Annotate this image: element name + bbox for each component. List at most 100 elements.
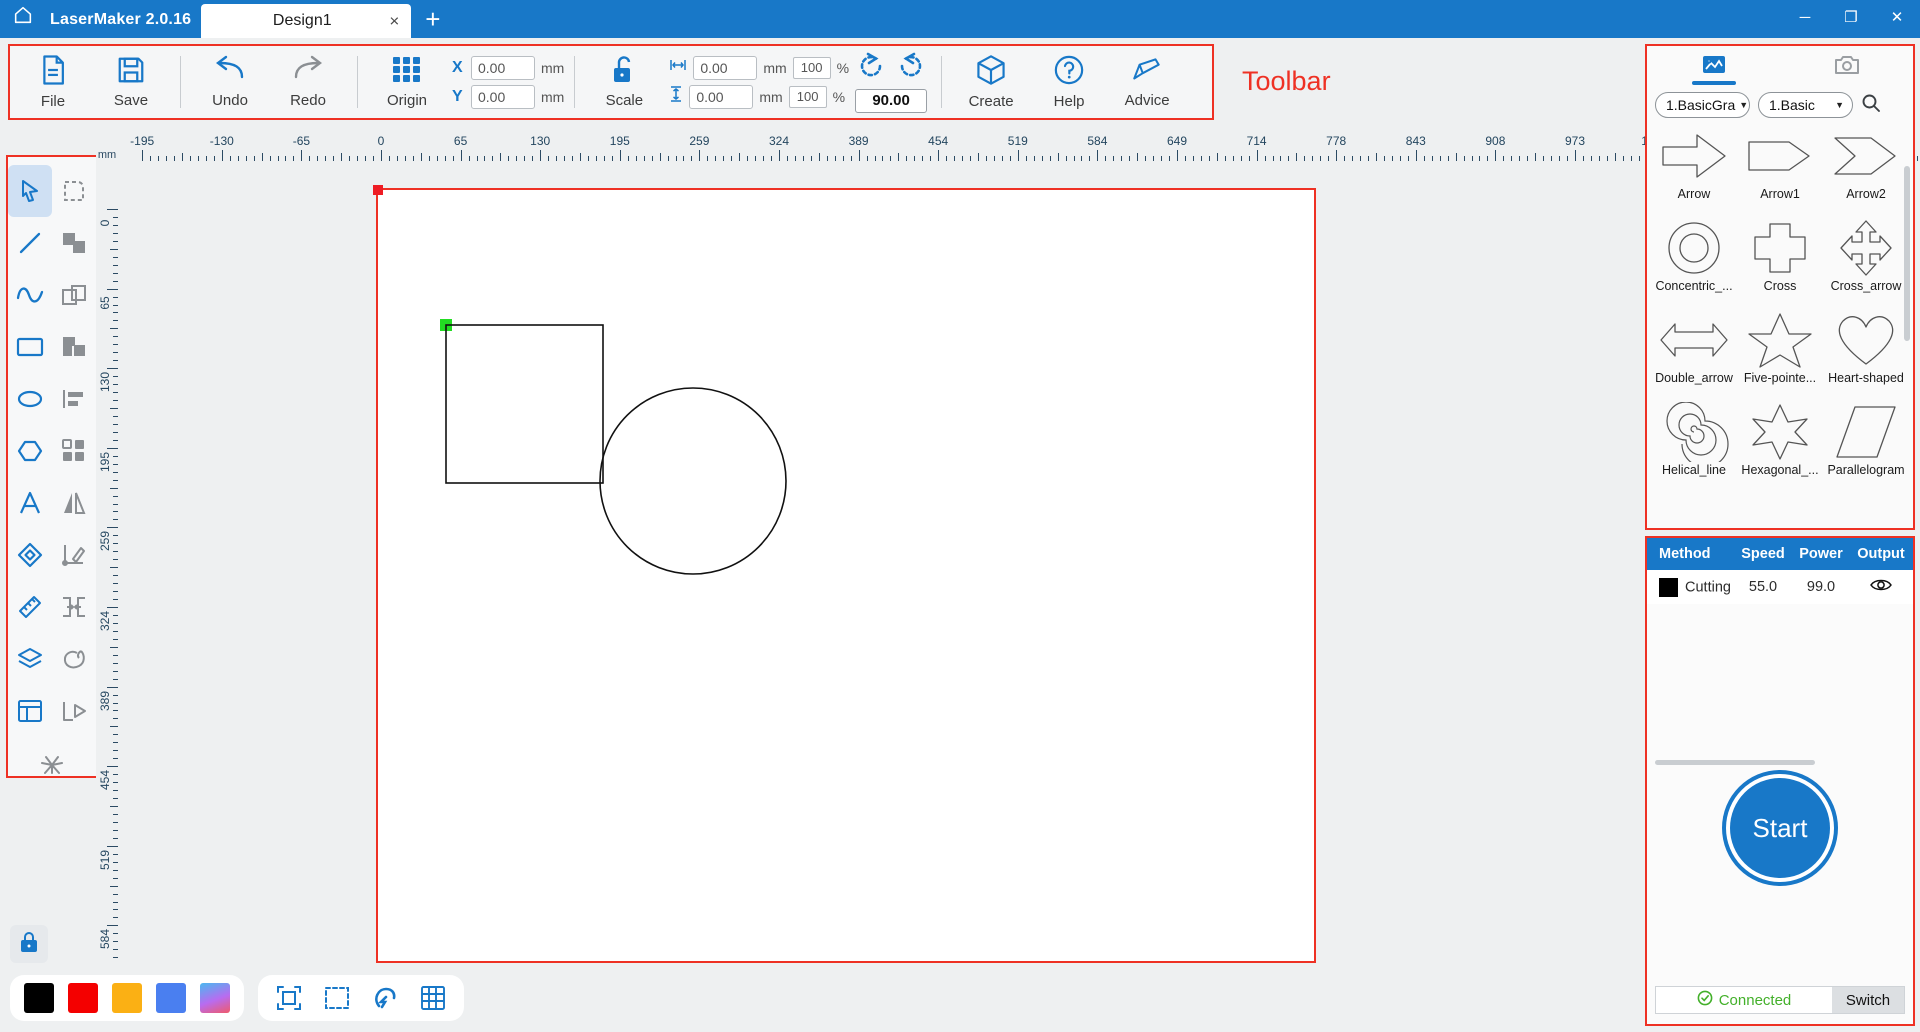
new-tab-button[interactable]: +: [411, 6, 454, 38]
y-input[interactable]: 0.00: [471, 84, 535, 109]
union-tool[interactable]: [52, 217, 96, 269]
line-tool[interactable]: [8, 217, 52, 269]
gallery-item-heart[interactable]: Heart-shaped: [1823, 310, 1909, 402]
layer-color-swatch[interactable]: [1659, 577, 1678, 597]
gallery-scrollbar[interactable]: [1904, 166, 1910, 341]
distribute-tool[interactable]: [52, 425, 96, 477]
start-button[interactable]: Start: [1730, 778, 1830, 878]
processing-table-hscrollbar[interactable]: [1655, 760, 1815, 765]
select-tool[interactable]: [8, 165, 52, 217]
color-swatch-red[interactable]: [68, 982, 98, 1013]
gallery-item-cross[interactable]: Cross: [1737, 218, 1823, 310]
gallery-item-double-arrow[interactable]: Double_arrow: [1651, 310, 1737, 402]
gallery-item-concentric[interactable]: Concentric_...: [1651, 218, 1737, 310]
gallery-item-parallelogram[interactable]: Parallelogram: [1823, 402, 1909, 494]
width-input[interactable]: 0.00: [693, 55, 758, 80]
origin-button[interactable]: Origin: [368, 47, 446, 117]
rotation-angle-input[interactable]: 90.00: [855, 88, 928, 113]
color-swatch-gradient[interactable]: [200, 982, 230, 1013]
vertical-ruler[interactable]: 0 65 130 195 259 324 389 454 519 584: [96, 161, 118, 961]
width-percent-input[interactable]: 100: [792, 56, 831, 79]
text-tool[interactable]: [8, 477, 52, 529]
fit-to-frame-icon[interactable]: [272, 981, 306, 1015]
maximize-icon[interactable]: ❐: [1828, 0, 1874, 34]
advice-button[interactable]: Advice: [1108, 47, 1186, 117]
node-edit-tool[interactable]: [52, 165, 96, 217]
polygon-tool[interactable]: [8, 425, 52, 477]
undo-button[interactable]: Undo: [191, 47, 269, 117]
ruler-tick: [1272, 156, 1274, 161]
table-tool[interactable]: [8, 685, 52, 737]
search-icon[interactable]: [1861, 93, 1881, 118]
scale-lock-button[interactable]: Scale: [585, 47, 663, 117]
intersect-tool[interactable]: [52, 269, 96, 321]
tab-camera[interactable]: [1780, 46, 1913, 88]
color-swatch-black[interactable]: [24, 982, 54, 1013]
gallery-item-arrow2[interactable]: Arrow2: [1823, 126, 1909, 218]
gallery-subcategory-select[interactable]: 1.Basic ▼: [1758, 92, 1853, 118]
connection-status-label: Connected: [1718, 991, 1792, 1009]
select-objects-icon[interactable]: [320, 981, 354, 1015]
height-input[interactable]: 0.00: [689, 84, 754, 109]
ruler-tick: [898, 153, 900, 161]
layers-tool[interactable]: [8, 633, 52, 685]
gallery-item-five-pointed-star[interactable]: Five-pointe...: [1737, 310, 1823, 402]
row-power-cell[interactable]: 99.0: [1791, 579, 1851, 595]
x-input[interactable]: 0.00: [471, 55, 535, 80]
rectangle-tool[interactable]: [8, 321, 52, 373]
tab-shape-library[interactable]: [1647, 46, 1780, 88]
gallery-item-arrow1[interactable]: Arrow1: [1737, 126, 1823, 218]
mirror-tool[interactable]: [52, 477, 96, 529]
tab-design1[interactable]: Design1 ×: [201, 4, 412, 38]
ruler-tick: [1439, 156, 1441, 161]
save-label: Save: [113, 92, 149, 109]
file-button[interactable]: File: [14, 47, 92, 117]
explode-tool[interactable]: [8, 737, 96, 789]
save-button[interactable]: Save: [92, 47, 170, 117]
gallery-item-cross-arrow[interactable]: Cross_arrow: [1823, 218, 1909, 310]
gallery-item-arrow[interactable]: Arrow: [1651, 126, 1737, 218]
canvas-lock-button[interactable]: [10, 925, 48, 963]
ruler-tick: [113, 344, 118, 346]
fill-tool[interactable]: [52, 633, 96, 685]
row-output-cell[interactable]: [1851, 577, 1911, 597]
offset-tool[interactable]: [52, 581, 96, 633]
gallery-item-hexagonal-star[interactable]: Hexagonal_...: [1737, 402, 1823, 494]
ruler-tick: [113, 336, 118, 338]
gallery-category-select[interactable]: 1.BasicGra ▼: [1655, 92, 1750, 118]
ruler-tick: [826, 156, 828, 161]
create-button[interactable]: Create: [952, 47, 1030, 117]
rotate-left-icon[interactable]: [856, 52, 886, 85]
help-button[interactable]: Help: [1030, 47, 1108, 117]
curve-tool[interactable]: [8, 269, 52, 321]
color-swatch-blue[interactable]: [156, 982, 186, 1013]
ellipse-tool[interactable]: [8, 373, 52, 425]
path-tool[interactable]: [52, 685, 96, 737]
ruler-unit-label: mm: [96, 133, 118, 161]
minimize-icon[interactable]: ─: [1782, 0, 1828, 34]
table-row[interactable]: Cutting 55.0 99.0: [1647, 570, 1913, 604]
gallery-item-helical-line[interactable]: Helical_line: [1651, 402, 1737, 494]
magnet-snap-icon[interactable]: [368, 981, 402, 1015]
redo-button[interactable]: Redo: [269, 47, 347, 117]
height-percent-input[interactable]: 100: [788, 85, 827, 108]
switch-button[interactable]: Switch: [1832, 987, 1904, 1013]
subtract-tool[interactable]: [52, 321, 96, 373]
ruler-tick: [1153, 156, 1155, 161]
grid-toggle-icon[interactable]: [416, 981, 450, 1015]
ruler-tick: [107, 925, 118, 927]
window-close-icon[interactable]: ✕: [1874, 0, 1920, 34]
home-button[interactable]: [0, 0, 46, 38]
row-method-label: Cutting: [1685, 578, 1731, 595]
rotate-right-icon[interactable]: [896, 52, 926, 85]
gallery-grid: Arrow Arrow1 Arrow2 Concentric_... Cross: [1647, 124, 1913, 494]
close-icon[interactable]: ×: [389, 13, 399, 30]
row-speed-cell[interactable]: 55.0: [1735, 579, 1791, 595]
align-tool[interactable]: [52, 373, 96, 425]
measure-angle-tool[interactable]: [52, 529, 96, 581]
ruler-tool[interactable]: [8, 581, 52, 633]
drawing-area[interactable]: [373, 185, 1316, 963]
eraser-tool[interactable]: [8, 529, 52, 581]
eye-icon[interactable]: [1870, 579, 1892, 597]
color-swatch-orange[interactable]: [112, 982, 142, 1013]
